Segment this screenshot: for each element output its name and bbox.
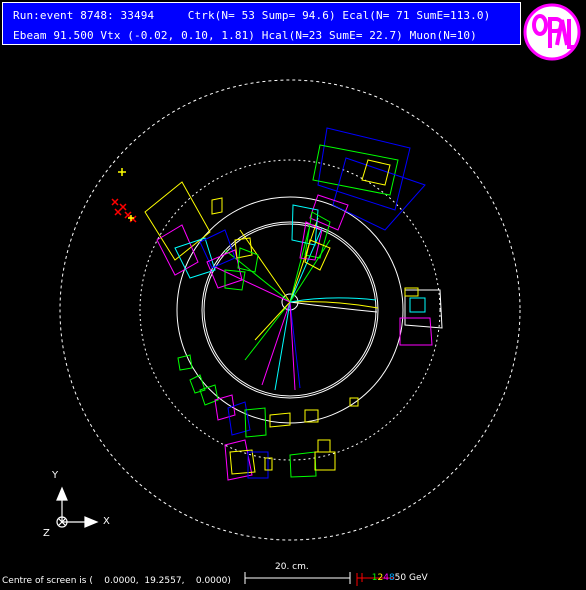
axis-y-label: Y (52, 470, 59, 481)
centre-of-screen-text: Centre of screen is ( 0.0000, 19.2557, 0… (2, 576, 231, 586)
tracks (212, 217, 379, 391)
scale-bar (244, 572, 351, 584)
axis-x-label: X (103, 516, 110, 527)
calorimeter-hits (144, 127, 443, 481)
axis-z-label: Z (43, 528, 50, 539)
event-display-canvas (56, 79, 521, 586)
energy-legend: 124850 GeV (366, 563, 428, 583)
axes-gizmo (56, 486, 99, 528)
energy-legend-50gev: 50 GeV (394, 573, 428, 583)
scale-bar-label: 20. cm. (275, 562, 309, 572)
